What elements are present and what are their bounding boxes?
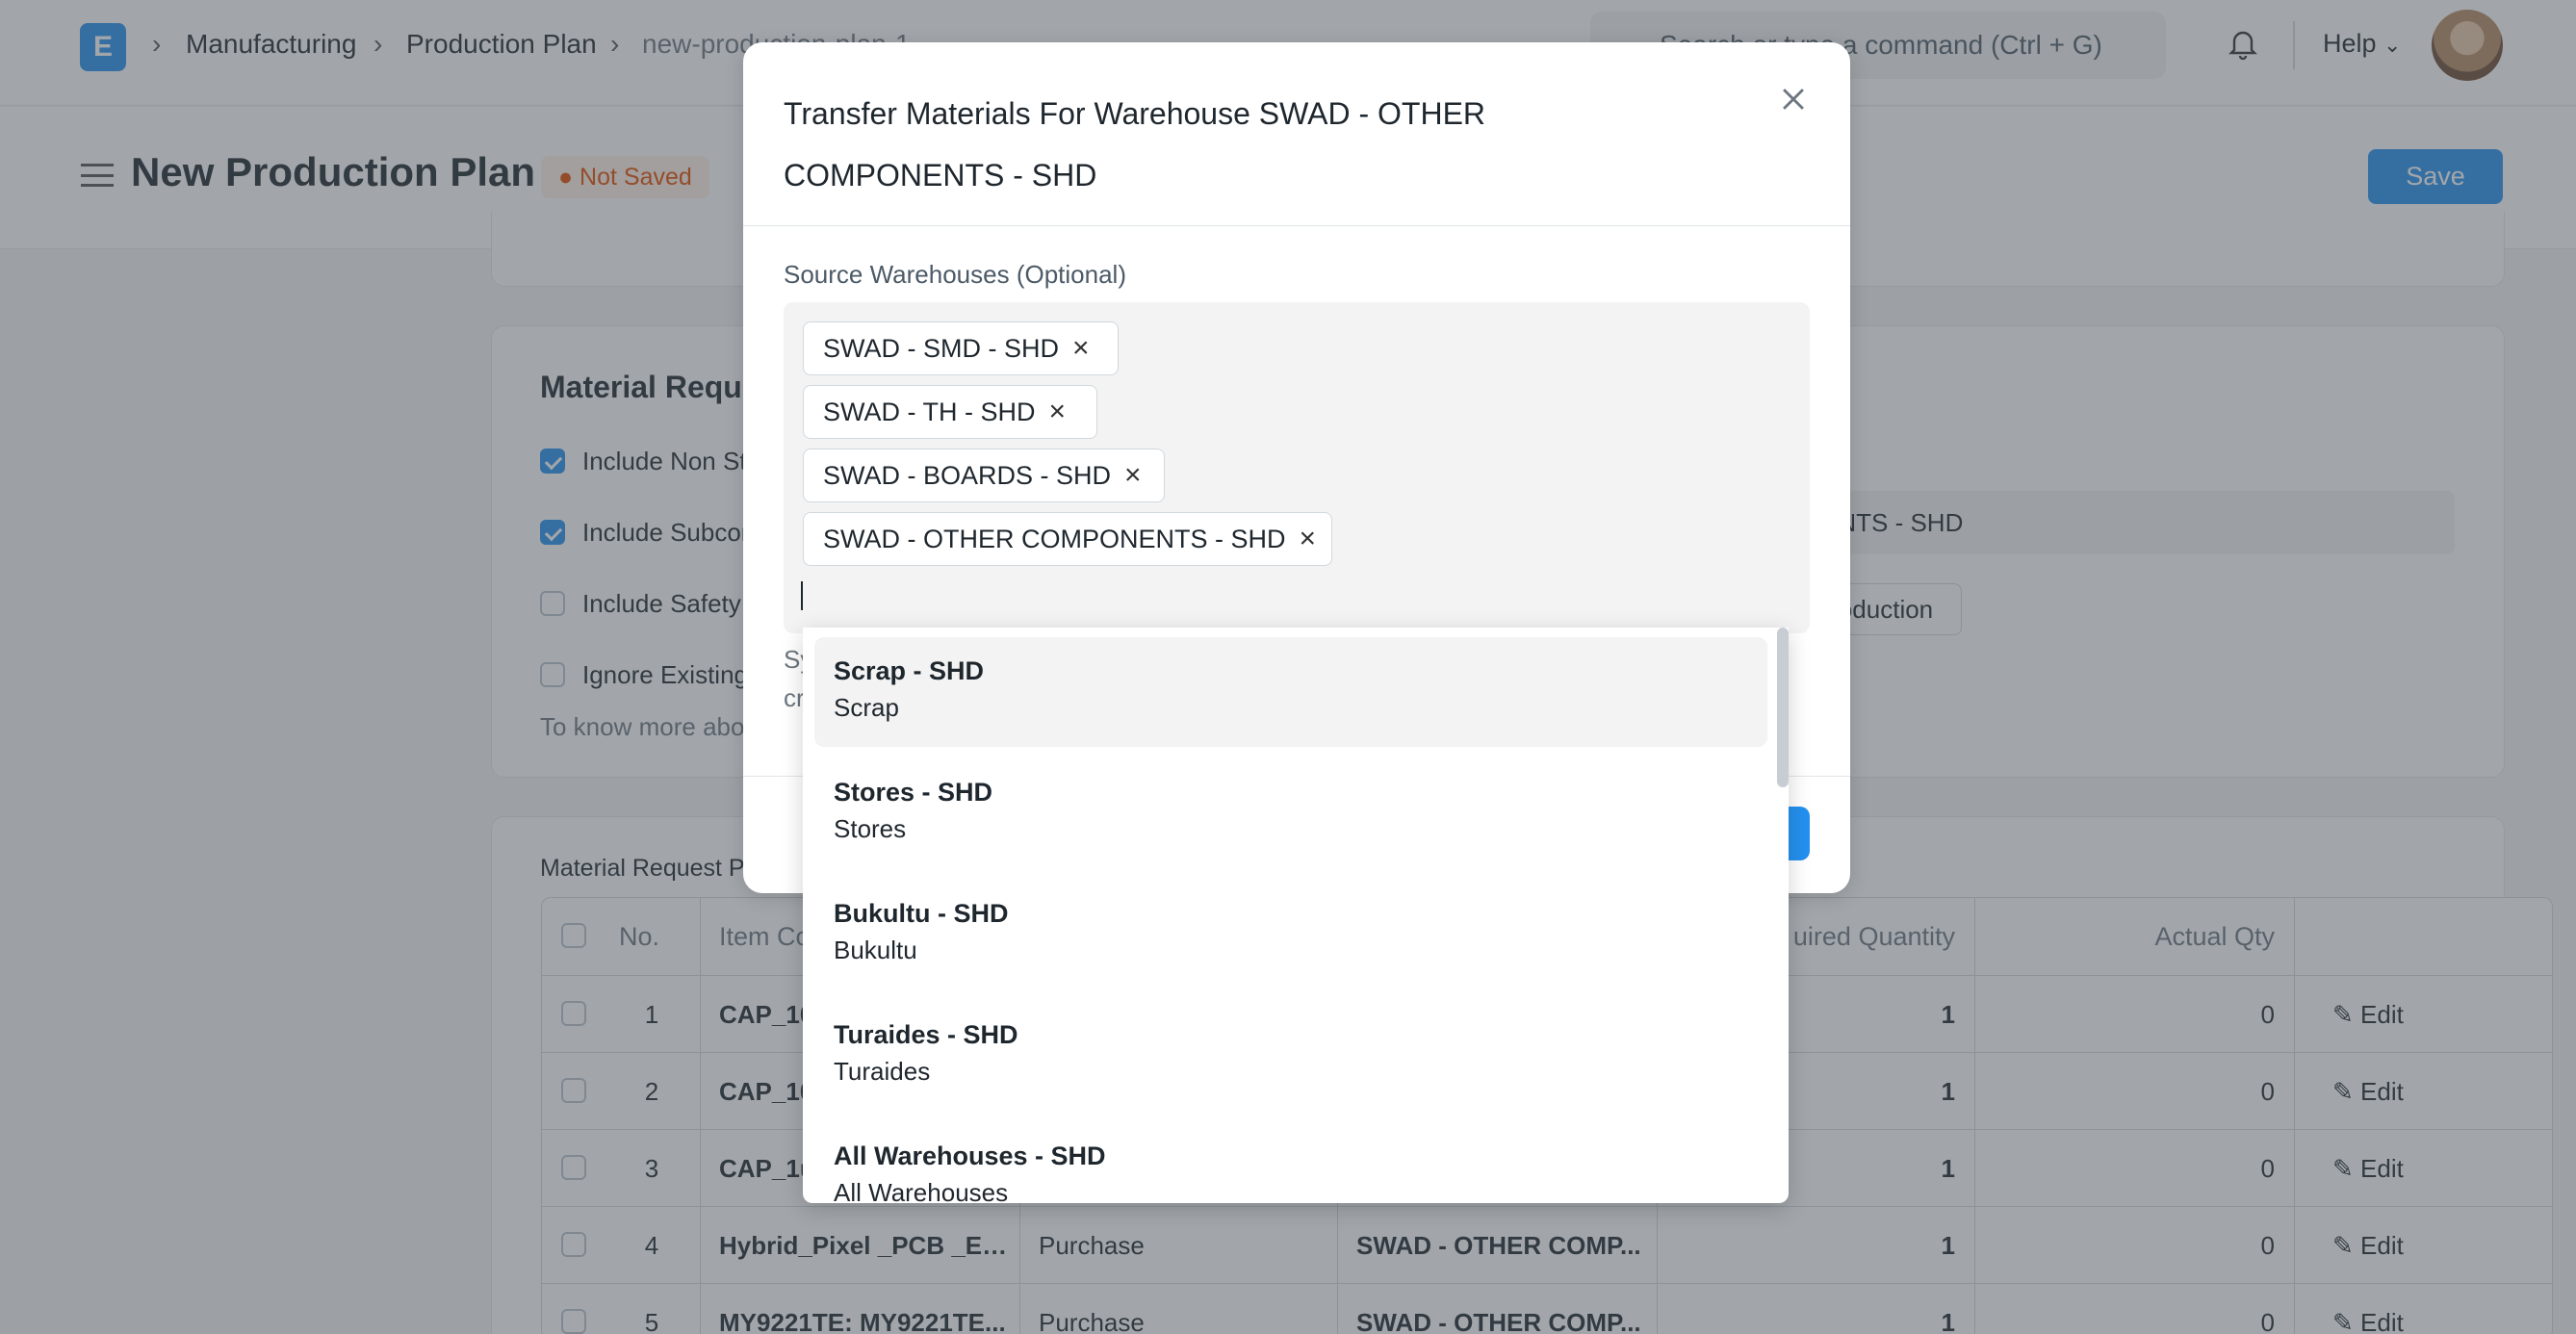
dropdown-option[interactable]: Scrap - SHD Scrap (814, 637, 1767, 747)
option-title: Stores - SHD (834, 778, 993, 807)
option-title: Bukultu - SHD (834, 899, 1009, 928)
selected-warehouse-pill: SWAD - BOARDS - SHD × (803, 449, 1165, 502)
dropdown-option[interactable]: Bukultu - SHD Bukultu (814, 880, 1767, 989)
selected-warehouse-pill: SWAD - SMD - SHD × (803, 321, 1119, 375)
option-subtitle: Stores (834, 814, 907, 843)
close-icon[interactable] (1777, 83, 1810, 115)
option-subtitle: Scrap (834, 693, 899, 722)
option-title: Turaides - SHD (834, 1020, 1018, 1049)
option-title: All Warehouses - SHD (834, 1142, 1106, 1170)
text-cursor[interactable] (801, 581, 803, 610)
option-subtitle: All Warehouses (834, 1178, 1009, 1203)
remove-icon[interactable]: × (1072, 322, 1090, 374)
dropdown-option[interactable]: Turaides - SHD Turaides (814, 1001, 1767, 1111)
dropdown-option[interactable]: All Warehouses - SHD All Warehouses (814, 1122, 1767, 1203)
dropdown-option[interactable]: Stores - SHD Stores (814, 758, 1767, 868)
selected-warehouse-pill: SWAD - OTHER COMPONENTS - SHD × (803, 512, 1332, 566)
dropdown-scrollbar[interactable] (1777, 628, 1789, 787)
option-subtitle: Bukultu (834, 936, 917, 964)
dialog-header-divider (743, 225, 1850, 226)
option-subtitle: Turaides (834, 1057, 931, 1086)
remove-icon[interactable]: × (1124, 449, 1142, 501)
source-warehouses-label: Source Warehouses (Optional) (784, 260, 1126, 289)
selected-warehouse-pill: SWAD - TH - SHD × (803, 385, 1097, 439)
remove-icon[interactable]: × (1049, 386, 1067, 438)
warehouse-dropdown: Scrap - SHD Scrap Stores - SHD Stores Bu… (803, 628, 1789, 1203)
option-title: Scrap - SHD (834, 656, 985, 685)
dialog-hint-text-2: cr (784, 683, 805, 712)
remove-icon[interactable]: × (1300, 513, 1317, 565)
dialog-title: Transfer Materials For Warehouse SWAD - … (784, 96, 1486, 192)
